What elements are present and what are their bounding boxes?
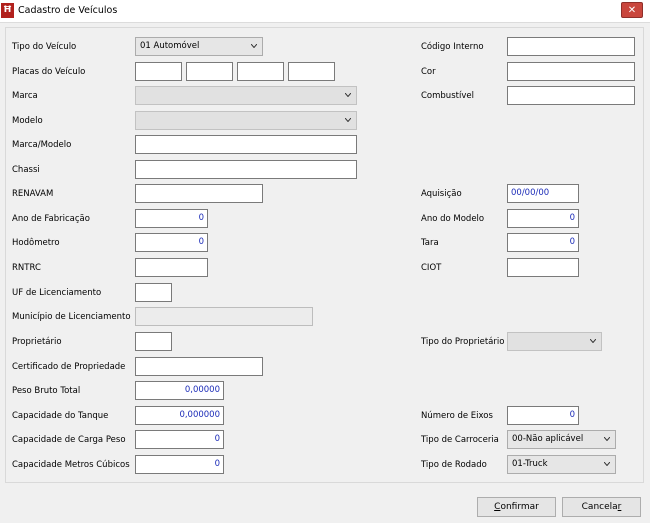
- municipio-licenciamento-field[interactable]: [135, 307, 313, 326]
- chevron-down-icon: [590, 339, 596, 343]
- label-marca: Marca: [12, 91, 38, 101]
- cancelar-accelerator: r: [617, 502, 622, 512]
- label-municipio-licenciamento: Município de Licenciamento: [12, 312, 131, 322]
- cap-tanque-field[interactable]: 0,000000: [135, 406, 224, 425]
- confirmar-label: onfirmar: [500, 502, 539, 512]
- label-ciot: CIOT: [421, 263, 442, 273]
- cor-field[interactable]: [507, 62, 635, 81]
- label-chassi: Chassi: [12, 165, 40, 175]
- modelo-select[interactable]: [135, 111, 357, 130]
- tara-field[interactable]: 0: [507, 233, 579, 252]
- tipo-carroceria-select[interactable]: 00-Não aplicável: [507, 430, 616, 449]
- tipo-proprietario-select[interactable]: [507, 332, 602, 351]
- cancelar-button[interactable]: Cancelar: [562, 497, 641, 517]
- placa-field-1[interactable]: [135, 62, 182, 81]
- placa-field-3[interactable]: [237, 62, 284, 81]
- renavam-field[interactable]: [135, 184, 263, 203]
- label-numero-eixos: Número de Eixos: [421, 411, 493, 421]
- confirmar-button[interactable]: Confirmar: [477, 497, 556, 517]
- cancelar-label: Cancela: [581, 502, 618, 512]
- marca-modelo-field[interactable]: [135, 135, 357, 154]
- label-cap-carga: Capacidade de Carga Peso: [12, 435, 126, 445]
- rntrc-field[interactable]: [135, 258, 208, 277]
- marca-select[interactable]: [135, 86, 357, 105]
- window-title: Cadastro de Veículos: [18, 5, 118, 16]
- ano-modelo-field[interactable]: 0: [507, 209, 579, 228]
- label-combustivel: Combustível: [421, 91, 474, 101]
- label-uf-licenciamento: UF de Licenciamento: [12, 288, 102, 298]
- tipo-veiculo-value: 01 Automóvel: [140, 41, 200, 51]
- label-placas: Placas do Veículo: [12, 67, 86, 77]
- placa-field-4[interactable]: [288, 62, 335, 81]
- cap-carga-field[interactable]: 0: [135, 430, 224, 449]
- label-peso-bruto: Peso Bruto Total: [12, 386, 81, 396]
- label-rntrc: RNTRC: [12, 263, 41, 273]
- tipo-carroceria-value: 00-Não aplicável: [512, 434, 584, 444]
- proprietario-field[interactable]: [135, 332, 172, 351]
- cap-m3-field[interactable]: 0: [135, 455, 224, 474]
- label-ano-fabricacao: Ano de Fabricação: [12, 214, 90, 224]
- combustivel-field[interactable]: [507, 86, 635, 105]
- tipo-rodado-value: 01-Truck: [512, 459, 548, 469]
- label-tara: Tara: [421, 238, 439, 248]
- close-button[interactable]: ✕: [621, 2, 643, 18]
- label-tipo-rodado: Tipo de Rodado: [421, 460, 487, 470]
- aquisicao-field[interactable]: 00/00/00: [507, 184, 579, 203]
- label-certificado: Certificado de Propriedade: [12, 362, 126, 372]
- chevron-down-icon: [251, 44, 257, 48]
- label-modelo: Modelo: [12, 116, 43, 126]
- label-tipo-proprietario: Tipo do Proprietário: [421, 337, 505, 347]
- numero-eixos-field[interactable]: 0: [507, 406, 579, 425]
- ano-fabricacao-field[interactable]: 0: [135, 209, 208, 228]
- title-bar: Ħ Cadastro de Veículos ✕: [0, 0, 650, 23]
- label-cor: Cor: [421, 67, 436, 77]
- placa-field-2[interactable]: [186, 62, 233, 81]
- app-icon: Ħ: [1, 3, 14, 18]
- label-hodometro: Hodômetro: [12, 238, 60, 248]
- label-aquisicao: Aquisição: [421, 189, 462, 199]
- label-proprietario: Proprietário: [12, 337, 62, 347]
- uf-licenciamento-field[interactable]: [135, 283, 172, 302]
- hodometro-field[interactable]: 0: [135, 233, 208, 252]
- tipo-rodado-select[interactable]: 01-Truck: [507, 455, 616, 474]
- label-marca-modelo: Marca/Modelo: [12, 140, 72, 150]
- chevron-down-icon: [345, 118, 351, 122]
- label-renavam: RENAVAM: [12, 189, 54, 199]
- label-cap-tanque: Capacidade do Tanque: [12, 411, 109, 421]
- label-tipo-carroceria: Tipo de Carroceria: [421, 435, 499, 445]
- chevron-down-icon: [345, 93, 351, 97]
- label-ano-modelo: Ano do Modelo: [421, 214, 485, 224]
- certificado-field[interactable]: [135, 357, 263, 376]
- chassi-field[interactable]: [135, 160, 357, 179]
- label-tipo-veiculo: Tipo do Veículo: [12, 42, 77, 52]
- codigo-interno-field[interactable]: [507, 37, 635, 56]
- label-codigo-interno: Código Interno: [421, 42, 484, 52]
- chevron-down-icon: [604, 437, 610, 441]
- label-cap-m3: Capacidade Metros Cúbicos: [12, 460, 130, 470]
- chevron-down-icon: [604, 462, 610, 466]
- tipo-veiculo-select[interactable]: 01 Automóvel: [135, 37, 263, 56]
- peso-bruto-field[interactable]: 0,00000: [135, 381, 224, 400]
- ciot-field[interactable]: [507, 258, 579, 277]
